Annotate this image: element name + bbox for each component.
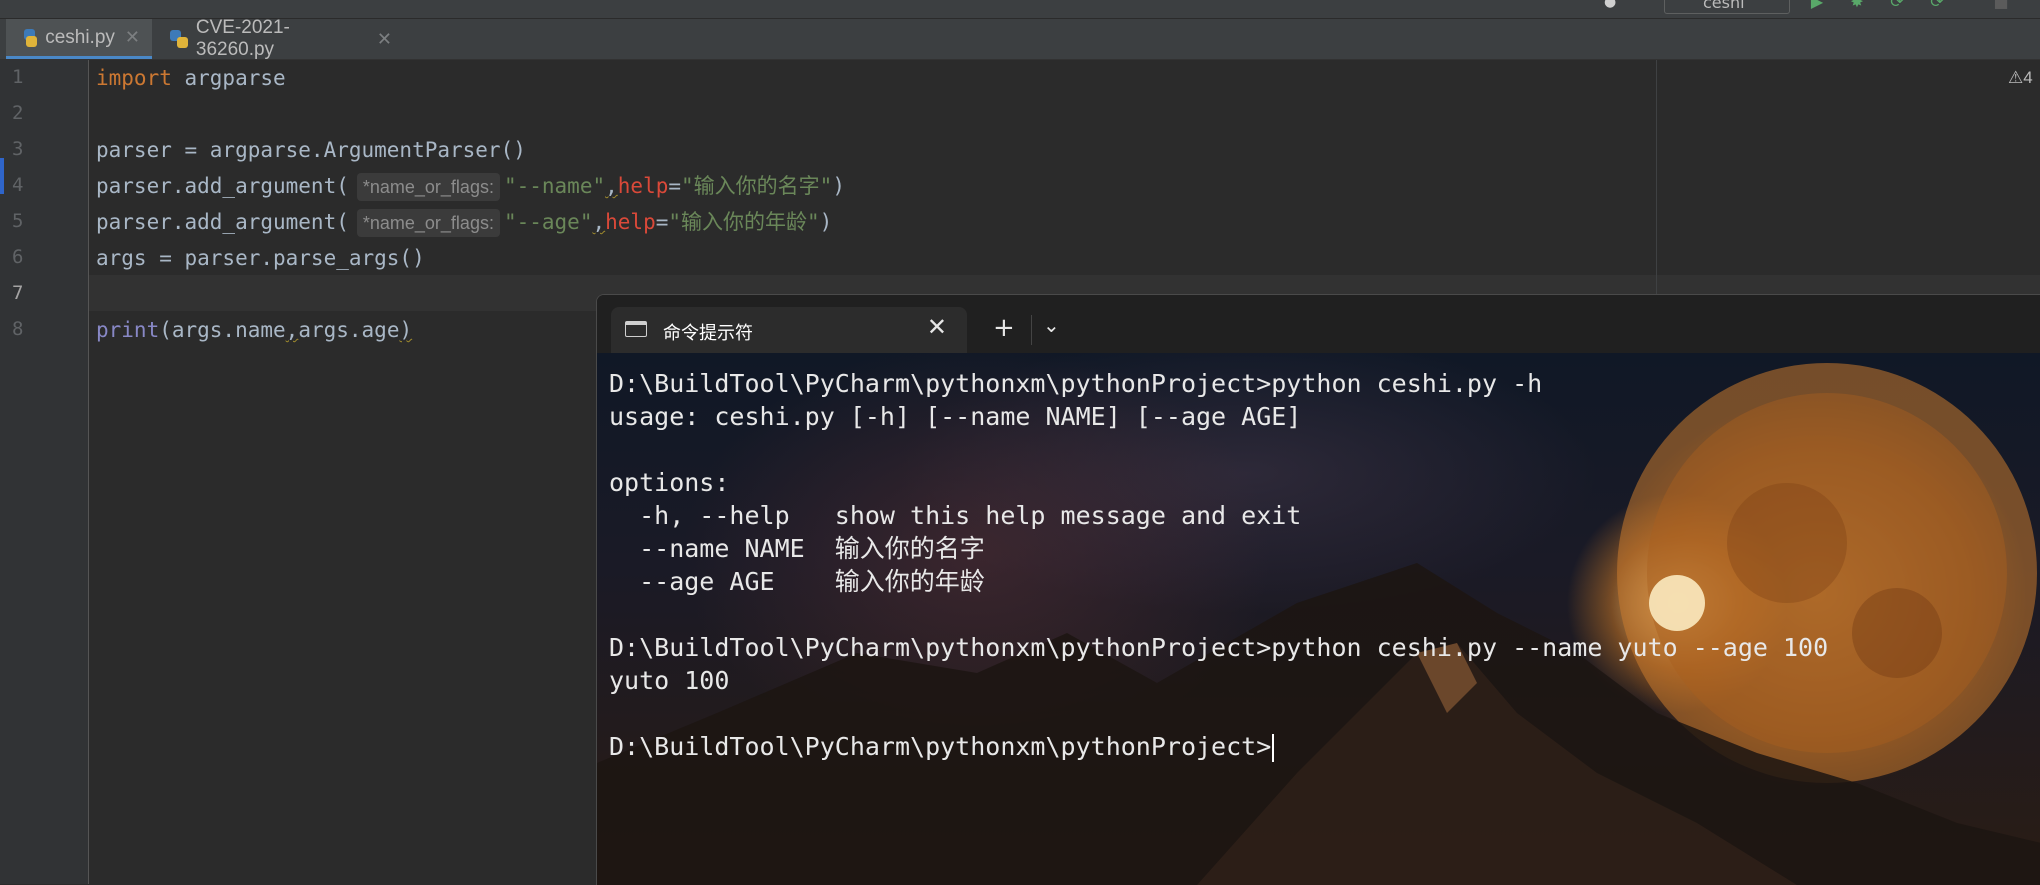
coverage-icon[interactable]: ⟳	[1886, 0, 1908, 10]
string-literal: "--name"	[503, 174, 606, 198]
tab-label: CVE-2021-36260.py	[195, 17, 290, 60]
close-tab-icon[interactable]: ✕	[125, 27, 140, 48]
terminal-prompt: D:\BuildTool\PyCharm\pythonxm\pythonProj…	[609, 732, 1272, 761]
divider	[1031, 315, 1032, 345]
code-text: args.age	[298, 318, 400, 342]
new-tab-icon[interactable]: +	[993, 313, 1015, 343]
tab-ceshi-py[interactable]: ceshi.py ✕	[6, 19, 152, 59]
code-text: ,	[592, 210, 606, 234]
line-number-gutter: 1 2 3 4 5 6 7 8	[0, 60, 89, 884]
profile-icon[interactable]: ⟳	[1926, 0, 1948, 10]
keyword-argument: help	[617, 174, 669, 198]
run-configuration-label: ceshi	[1703, 0, 1745, 12]
line-number: 5	[12, 210, 24, 232]
code-text: )	[819, 210, 833, 234]
string-literal: "--age"	[503, 210, 593, 234]
code-text: =	[668, 174, 682, 198]
command-prompt-icon	[625, 321, 647, 337]
terminal-line: -h, --help show this help message and ex…	[609, 501, 1302, 530]
terminal-titlebar: 命令提示符 ✕ + ⌄	[597, 295, 2040, 353]
line-number: 3	[12, 138, 24, 160]
terminal-window[interactable]: 命令提示符 ✕ + ⌄ D:\BuildTool\PyCharm\pythonx…	[596, 294, 2040, 885]
text-cursor	[1272, 734, 1275, 762]
builtin-print: print	[96, 318, 160, 342]
python-file-icon	[24, 28, 38, 47]
code-text: parser.add_argument(	[96, 174, 349, 198]
line-number: 2	[12, 102, 24, 124]
code-text: argparse	[171, 66, 286, 90]
terminal-tab-command-prompt[interactable]: 命令提示符 ✕	[611, 307, 967, 353]
chevron-down-icon[interactable]: ⌄	[1043, 313, 1060, 337]
terminal-line: usage: ceshi.py [-h] [--name NAME] [--ag…	[609, 402, 1302, 431]
tab-label: ceshi.py	[45, 26, 115, 48]
code-line-1: import argparse	[96, 60, 286, 96]
string-literal: "输入你的名字"	[681, 174, 833, 198]
terminal-tab-title: 命令提示符	[663, 323, 753, 344]
editor-tab-bar: ceshi.py ✕ CVE-2021-36260.py ✕	[0, 17, 2040, 60]
code-text: ,	[285, 318, 299, 342]
stop-icon[interactable]: ■	[1990, 0, 2012, 10]
line-number: 7	[12, 282, 24, 304]
parameter-hint: *name_or_flags:	[356, 209, 500, 237]
terminal-line: yuto 100	[609, 666, 730, 695]
terminal-line: D:\BuildTool\PyCharm\pythonxm\pythonProj…	[609, 633, 1829, 662]
keyword-import: import	[96, 66, 172, 90]
line-number: 1	[12, 66, 24, 88]
code-text: ,	[605, 174, 618, 198]
terminal-line: D:\BuildTool\PyCharm\pythonxm\pythonProj…	[609, 369, 1543, 398]
user-icon[interactable]: ●	[1604, 0, 1624, 10]
string-literal: "输入你的年龄"	[668, 210, 820, 234]
warnings-count: 4	[2023, 68, 2033, 87]
code-text: )	[832, 174, 845, 198]
terminal-line: --name NAME 输入你的名字	[609, 534, 985, 563]
code-text: (args.name	[159, 318, 286, 342]
close-icon[interactable]: ✕	[927, 313, 947, 341]
inspection-warnings[interactable]: ⚠4	[2008, 68, 2033, 88]
code-line-3: parser = argparse.ArgumentParser()	[96, 138, 526, 162]
run-configuration-dropdown[interactable]: ceshi	[1664, 0, 1790, 14]
debug-icon[interactable]: ✸	[1846, 0, 1868, 10]
keyword-argument: help	[605, 210, 656, 234]
code-text: )	[399, 318, 413, 342]
code-line-8: print(args.name,args.age)	[96, 312, 412, 348]
terminal-line: options:	[609, 468, 730, 497]
parameter-hint: *name_or_flags:	[356, 173, 500, 201]
close-tab-icon[interactable]: ✕	[377, 29, 392, 50]
terminal-body[interactable]: D:\BuildTool\PyCharm\pythonxm\pythonProj…	[597, 353, 2040, 885]
code-line-4: parser.add_argument( *name_or_flags: "--na…	[96, 168, 845, 204]
terminal-prompt-line[interactable]: D:\BuildTool\PyCharm\pythonxm\pythonProj…	[609, 730, 1275, 763]
tab-cve-2021-36260-py[interactable]: CVE-2021-36260.py ✕	[152, 17, 404, 60]
code-line-6: args = parser.parse_args()	[96, 246, 425, 270]
code-line-5: parser.add_argument( *name_or_flags: "--ag…	[96, 204, 832, 240]
code-text: parser.add_argument(	[96, 210, 349, 234]
code-text: =	[655, 210, 669, 234]
run-icon[interactable]: ▶	[1806, 0, 1828, 10]
python-file-icon	[170, 30, 188, 48]
terminal-line: --age AGE 输入你的年龄	[609, 567, 985, 596]
line-number: 4	[12, 174, 24, 196]
line-number: 8	[12, 318, 24, 340]
change-marker	[0, 158, 4, 194]
line-number: 6	[12, 246, 24, 268]
